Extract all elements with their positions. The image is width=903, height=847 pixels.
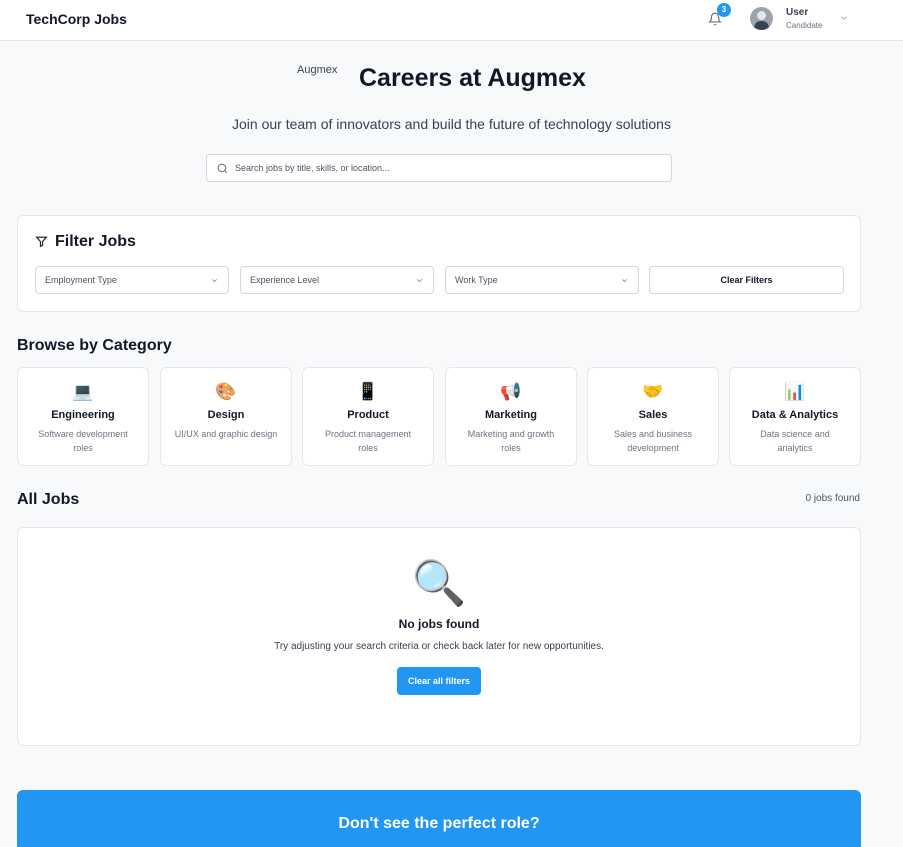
category-title: Engineering [51,409,115,421]
category-description: UI/UX and graphic design [174,429,278,439]
work-type-select[interactable]: Work Type [445,266,639,294]
search-bar [206,154,672,182]
user-role: Candidate [786,21,823,30]
chevron-down-icon [416,279,423,283]
chevron-down-icon [621,279,628,283]
category-title: Data & Analytics [751,409,839,421]
chevron-down-icon [211,279,218,283]
page-subtitle: Join our team of innovators and build th… [232,116,671,132]
filter-title: Filter Jobs [55,233,136,250]
handshake-icon: 🤝 [642,382,664,401]
category-card-sales[interactable]: 🤝 Sales Sales and business development [587,367,719,466]
cta-banner: Don't see the perfect role? [17,790,861,847]
page-title: Careers at Augmex [359,64,586,92]
filter-icon [35,236,48,248]
category-description: Product management roles [324,429,412,453]
user-name[interactable]: User [786,7,808,18]
category-description: Sales and business development [613,429,693,453]
category-title: Product [347,409,389,421]
category-title: Design [207,409,245,421]
clear-all-filters-button[interactable]: Clear all filters [397,667,481,695]
category-card-design[interactable]: 🎨 Design UI/UX and graphic design [160,367,292,466]
search-icon [217,163,228,174]
select-label: Experience Level [250,275,320,285]
employment-type-select[interactable]: Employment Type [35,266,229,294]
experience-level-select[interactable]: Experience Level [240,266,434,294]
category-title: Sales [638,409,668,421]
categories-heading: Browse by Category [17,337,172,354]
megaphone-icon: 📢 [500,382,522,401]
search-input[interactable] [235,155,665,181]
jobs-count: 0 jobs found [805,493,861,504]
category-description: Marketing and growth roles [467,429,555,453]
palette-icon: 🎨 [215,382,237,401]
notification-badge: 3 [717,3,731,17]
magnifier-icon: 🔍 [411,559,467,608]
category-card-data-analytics[interactable]: 📊 Data & Analytics Data science and anal… [729,367,861,466]
category-title: Marketing [485,409,537,421]
select-label: Employment Type [45,275,117,285]
filter-panel: Filter Jobs Employment Type Experience L… [17,215,861,312]
empty-text: Try adjusting your search criteria or ch… [274,641,604,652]
laptop-icon: 💻 [72,382,94,401]
brand-logo[interactable]: TechCorp Jobs [26,11,127,27]
clear-filters-button[interactable]: Clear Filters [649,266,844,294]
empty-state: 🔍 No jobs found Try adjusting your searc… [17,527,861,746]
phone-icon: 📱 [357,382,379,401]
select-label: Work Type [455,275,498,285]
chevron-down-icon[interactable] [839,13,849,23]
category-description: Data science and analytics [760,429,830,453]
cta-title: Don't see the perfect role? [338,815,540,832]
top-navbar: TechCorp Jobs 3 User Candidate [0,0,903,41]
empty-title: No jobs found [398,617,480,631]
category-card-engineering[interactable]: 💻 Engineering Software development roles [17,367,149,466]
company-logo: Augmex [297,64,338,76]
bar-chart-icon: 📊 [784,382,806,401]
category-card-marketing[interactable]: 📢 Marketing Marketing and growth roles [445,367,577,466]
avatar[interactable] [750,7,773,30]
jobs-heading: All Jobs [17,491,80,508]
category-card-product[interactable]: 📱 Product Product management roles [302,367,434,466]
category-description: Software development roles [38,429,128,453]
